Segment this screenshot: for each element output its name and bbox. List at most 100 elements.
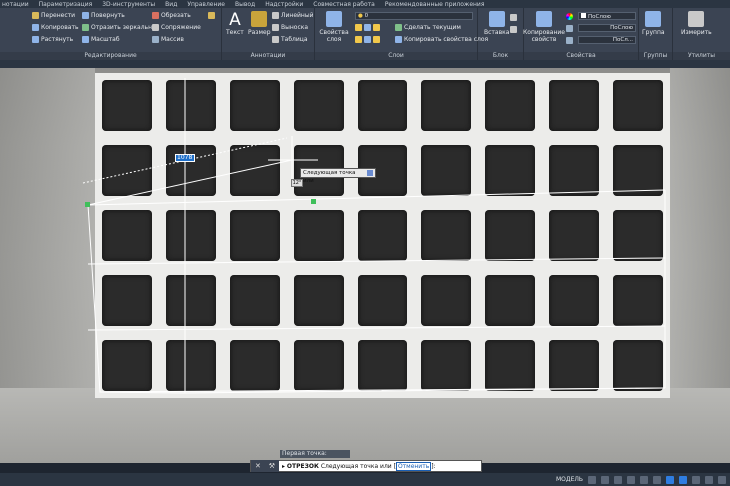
annotation-scale-icon[interactable] (692, 475, 700, 484)
groups-panel: Группа Группы (639, 8, 673, 60)
polar-icon[interactable] (627, 475, 635, 484)
menu-parametric[interactable]: Параметризация (39, 1, 93, 8)
move-button[interactable]: Перенести (32, 12, 75, 19)
trim-button[interactable]: Обрезать (152, 12, 191, 19)
cad-line[interactable] (87, 189, 666, 206)
scale-button[interactable]: Масштаб (82, 36, 120, 43)
array-button[interactable]: Массив (152, 36, 184, 43)
cad-geometry[interactable] (0, 68, 730, 463)
wrench-icon[interactable]: ⚒ (269, 462, 275, 470)
layer-tools-row (355, 24, 380, 31)
match-layer-icon (395, 36, 402, 43)
grip-point[interactable] (311, 199, 316, 204)
cad-polyline[interactable] (87, 204, 666, 394)
lineweight-icon[interactable] (566, 25, 573, 32)
measure-button[interactable]: Измерить (681, 11, 712, 36)
color-wheel-icon[interactable] (566, 13, 573, 20)
layer-tool-icon[interactable] (364, 36, 371, 43)
model-space-label[interactable]: МОДЕЛЬ (556, 476, 583, 483)
cad-line[interactable] (87, 257, 666, 265)
scale-icon (82, 36, 89, 43)
cad-line[interactable] (87, 325, 666, 331)
lineweight-dropdown[interactable]: ПоСлою (578, 24, 636, 32)
make-current-icon (395, 24, 402, 31)
make-current-button[interactable]: Сделать текущим (395, 24, 461, 31)
layers-panel-title[interactable]: Слои (315, 52, 477, 60)
command-prompt: Следующая точка или (320, 462, 392, 470)
dropdown-icon[interactable] (367, 170, 373, 176)
stretch-button[interactable]: Растянуть (32, 36, 73, 43)
trim-icon (152, 12, 159, 19)
table-button[interactable]: Таблица (272, 36, 308, 43)
menu-manage[interactable]: Управление (187, 1, 225, 8)
insert-button[interactable]: Вставка (484, 11, 509, 36)
ribbon: Перенести Повернуть Обрезать Копировать … (0, 8, 730, 60)
command-suffix: ]: (431, 462, 436, 470)
layer-tool-icon[interactable] (373, 36, 380, 43)
osnap-icon[interactable] (640, 475, 648, 484)
undo-option[interactable]: Отменить (395, 461, 432, 471)
block-panel-title[interactable]: Блок (478, 52, 523, 60)
layer-tool-icon[interactable] (373, 24, 380, 31)
text-button[interactable]: A Текст (226, 11, 244, 36)
group-button[interactable]: Группа (642, 11, 665, 36)
drawing-canvas[interactable]: 1078 Следующая точка или 12° (0, 68, 730, 463)
groups-panel-title[interactable]: Группы (639, 52, 672, 60)
menu-collaborate[interactable]: Совместная работа (313, 1, 375, 8)
ortho-icon[interactable] (614, 475, 622, 484)
linetype-icon[interactable] (566, 37, 573, 44)
angle-input-field[interactable]: 12° (291, 179, 303, 187)
dynamic-input-icon[interactable] (666, 475, 674, 484)
linetype-dropdown[interactable]: ПоСл... (578, 36, 636, 44)
grid-icon[interactable] (588, 475, 596, 484)
leader-button[interactable]: Выноска (272, 24, 308, 31)
linear-dim-button[interactable]: Линейный (272, 12, 313, 19)
layer-dropdown[interactable]: ● 0 (355, 12, 473, 20)
stretch-icon (32, 36, 39, 43)
color-dropdown[interactable]: ПоСлою (578, 12, 636, 20)
menu-featured-apps[interactable]: Рекомендованные приложения (385, 1, 485, 8)
menu-3d-tools[interactable]: 3D-инструменты (102, 1, 155, 8)
color-swatch-icon (581, 13, 586, 18)
mirror-icon (82, 24, 89, 31)
menu-view[interactable]: Вид (165, 1, 177, 8)
properties-panel: Копирование свойств ПоСлою ПоСлою ПоСл..… (523, 8, 639, 60)
layer-properties-button[interactable]: Свойства слоя (319, 11, 349, 43)
dynamic-input-field[interactable]: 1078 (175, 154, 195, 162)
leader-icon (272, 24, 279, 31)
close-icon[interactable]: ✕ (255, 462, 261, 470)
block-edit-icon[interactable] (510, 26, 517, 33)
snap-icon[interactable] (601, 475, 609, 484)
fillet-button[interactable]: Сопряжение (152, 24, 201, 31)
match-properties-icon (536, 11, 552, 27)
otrack-icon[interactable] (653, 475, 661, 484)
copy-icon (32, 24, 39, 31)
match-layer-button[interactable]: Копировать свойства слоя (395, 36, 488, 43)
customize-icon[interactable] (718, 475, 726, 484)
pencil-icon[interactable] (208, 12, 215, 19)
command-line[interactable]: ✕ ⚒ ▸ ОТРЕЗОК Следующая точка или [Отмен… (250, 460, 482, 472)
rotate-button[interactable]: Повернуть (82, 12, 125, 19)
menu-addins[interactable]: Надстройки (265, 1, 303, 8)
block-create-icon[interactable] (510, 14, 517, 21)
match-properties-button[interactable]: Копирование свойств (523, 11, 565, 43)
layer-tool-icon[interactable] (355, 36, 362, 43)
properties-panel-title[interactable]: Свойства (524, 52, 638, 60)
group-icon (645, 11, 662, 27)
mirror-button[interactable]: Отразить зеркально (82, 24, 156, 31)
menu-annotations[interactable]: нотации (2, 1, 29, 8)
dimension-button[interactable]: Размер (248, 11, 271, 36)
status-bar: МОДЕЛЬ (0, 473, 730, 486)
workspace-icon[interactable] (705, 475, 713, 484)
table-icon (272, 36, 279, 43)
utilities-panel-title[interactable]: Утилиты (673, 52, 730, 60)
menu-output[interactable]: Вывод (235, 1, 255, 8)
lineweight-toggle-icon[interactable] (679, 475, 687, 484)
dimension-icon (251, 11, 268, 27)
layer-tool-icon[interactable] (355, 24, 362, 31)
annotations-panel-title[interactable]: Аннотации (222, 52, 314, 60)
edit-panel-title[interactable]: Редактирование (0, 52, 221, 60)
layer-tool-icon[interactable] (364, 24, 371, 31)
grip-point[interactable] (85, 202, 90, 207)
copy-button[interactable]: Копировать (32, 24, 78, 31)
